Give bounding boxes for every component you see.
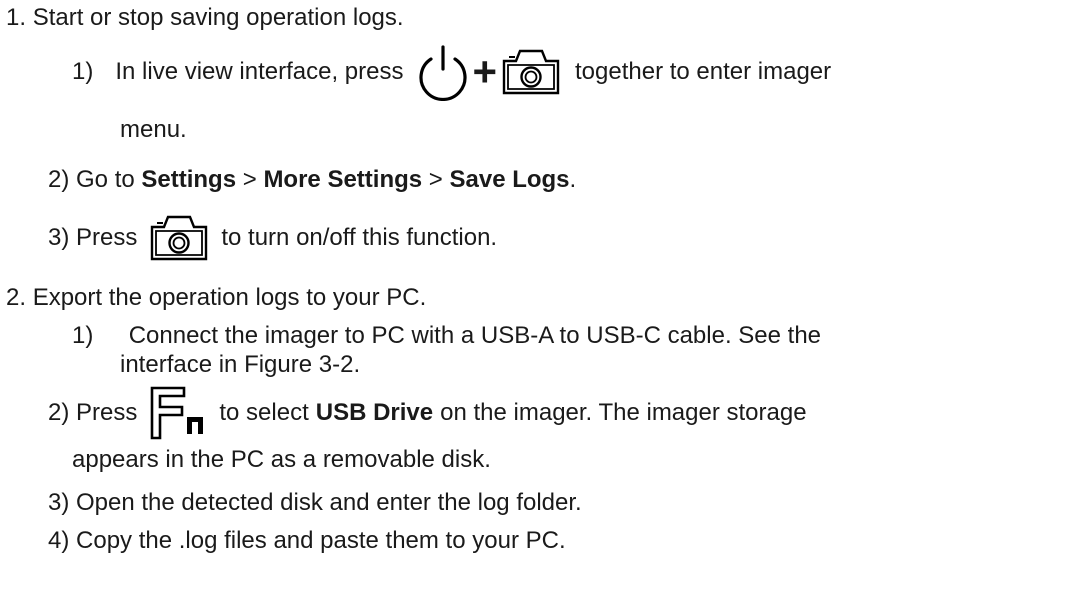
fn-icon: [149, 385, 207, 441]
period: .: [569, 166, 577, 193]
step-2-sub-1-number: 1): [72, 322, 94, 349]
step-2-sub-1-line-2: interface in Figure 3-2.: [120, 351, 361, 378]
step-2-sub-2-text-after: on the imager. The imager storage: [440, 398, 807, 426]
step-2-sub-3: 3) Open the detected disk and enter the …: [48, 489, 582, 516]
more-settings-menu-path: More Settings: [263, 166, 423, 193]
step-1-heading: 1. Start or stop saving operation logs.: [6, 4, 404, 33]
step-1-sub-1-number: 1): [72, 57, 94, 85]
step-2-sub-1-line-1: Connect the imager to PC with a USB-A to…: [128, 322, 822, 349]
step-2-sub-2-prefix: 2) Press: [48, 398, 138, 426]
step-1-sub-2: 2) Go to Settings > More Settings > Save…: [48, 166, 576, 195]
settings-menu-path: Settings: [141, 166, 237, 193]
step-1-sub-3: 3) Press to turn on/off this function.: [48, 210, 497, 266]
step-1-sub-3-text: to turn on/off this function.: [221, 223, 498, 251]
step-1-sub-1-text-before: In live view interface, press: [115, 57, 404, 85]
step-1-sub-1-text-after: together to enter imager: [575, 57, 832, 85]
step-2-number: 2.: [6, 284, 27, 311]
step-1-sub-2-prefix: 2) Go to: [48, 166, 135, 193]
plus-sign: +: [472, 48, 497, 95]
step-2-sub-4: 4) Copy the .log files and paste them to…: [48, 527, 566, 554]
step-2-sub-1: 1) Connect the imager to PC with a USB-A…: [72, 322, 821, 351]
step-2-title: Export the operation logs to your PC.: [32, 284, 427, 311]
step-1-sub-1: 1) In live view interface, press + toget…: [72, 40, 831, 104]
camera-icon: [501, 48, 561, 96]
step-2-heading: 2. Export the operation logs to your PC.: [6, 284, 426, 313]
path-separator: >: [428, 166, 443, 193]
step-1-sub-3-prefix: 3) Press: [48, 223, 138, 251]
step-2-sub-2-line-2: appears in the PC as a removable disk.: [72, 446, 491, 473]
step-2-sub-2-text-mid: to select: [219, 398, 309, 426]
path-separator: >: [242, 166, 257, 193]
save-logs-menu-path: Save Logs: [449, 166, 570, 193]
step-2-sub-2: 2) Press to select USB Drive on the imag…: [48, 384, 807, 442]
usb-drive-option: USB Drive: [315, 398, 434, 426]
step-1-title: Start or stop saving operation logs.: [32, 4, 404, 31]
camera-icon: [149, 214, 209, 262]
power-icon: [415, 43, 471, 101]
step-1-sub-1-continuation: menu.: [120, 116, 187, 143]
step-1-number: 1.: [6, 4, 27, 31]
